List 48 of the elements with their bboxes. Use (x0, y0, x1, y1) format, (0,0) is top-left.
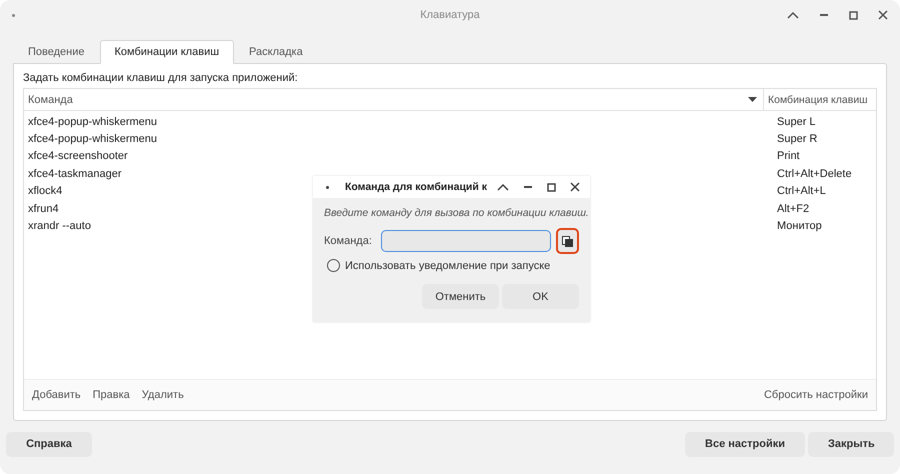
maximize-icon[interactable] (547, 182, 556, 192)
table-cell-text: xfce4-screenshooter (27, 150, 128, 162)
minimize-icon[interactable] (819, 14, 829, 16)
dialog-button[interactable]: OK (502, 284, 579, 309)
table-cell-text: Монитор (776, 220, 823, 232)
command-field[interactable] (380, 230, 551, 252)
footer-button[interactable]: Все настройки (685, 432, 805, 456)
dialog-prompt: Введите команду для вызова по комбинации клавиш. (324, 206, 590, 220)
table-cell-text: xrandr --auto (27, 220, 91, 232)
window-menu-icon[interactable] (326, 186, 329, 188)
column-header[interactable]: Команда (24, 89, 764, 110)
table-cell-text: xfce4-popup-whiskermenu (27, 116, 158, 128)
maximize-icon[interactable] (849, 10, 858, 20)
table-cell-text: xflock4 (27, 185, 62, 198)
help-button[interactable]: Справка (6, 432, 92, 456)
close-icon[interactable] (570, 182, 580, 192)
table-cell-text: xfce4-popup-whiskermenu (27, 133, 158, 146)
close-icon[interactable] (878, 10, 888, 20)
table-action-link[interactable]: Добавить (32, 389, 81, 401)
tab[interactable]: Поведение (13, 40, 100, 64)
table-cell-text: Alt+F2 (776, 202, 810, 215)
radio-label[interactable]: Использовать уведомление при запуске (345, 260, 550, 272)
table-cell-text: xfrun4 (27, 202, 59, 215)
table-action-link[interactable]: Удалить (142, 389, 184, 401)
dialog-button[interactable]: Отменить (422, 284, 499, 309)
browse-button[interactable] (556, 228, 579, 254)
column-header[interactable]: Комбинация клавиш (764, 89, 876, 110)
roll-up-icon[interactable] (497, 183, 509, 191)
tab[interactable]: Комбинации клавиш (100, 40, 234, 64)
field-label: Команда: (324, 235, 372, 247)
roll-up-icon[interactable] (787, 11, 799, 19)
footer-button[interactable]: Закрыть (808, 432, 894, 456)
table-action-link[interactable]: Правка (92, 389, 130, 401)
minimize-icon[interactable] (523, 186, 533, 188)
sort-caret-icon (748, 97, 757, 102)
radio-button[interactable] (327, 259, 340, 272)
table-cell-text: xfce4-taskmanager (27, 168, 122, 180)
section-label: Задать комбинации клавиш для запуска приложений: (23, 72, 299, 84)
table-cell-text: Ctrl+Alt+L (776, 185, 827, 198)
table-cell-text: Super L (776, 116, 817, 128)
file-icon (562, 236, 573, 246)
table-cell-text: Ctrl+Alt+Delete (776, 168, 853, 180)
window-title: Клавиатура (420, 9, 480, 21)
tab[interactable]: Раскладка (234, 40, 318, 64)
table-cell-text: Print (776, 150, 801, 162)
reset-link[interactable]: Сбросить настройки (764, 389, 868, 401)
table-cell-text: Super R (776, 133, 818, 146)
dialog-title: Команда для комбинаций к (345, 181, 487, 193)
